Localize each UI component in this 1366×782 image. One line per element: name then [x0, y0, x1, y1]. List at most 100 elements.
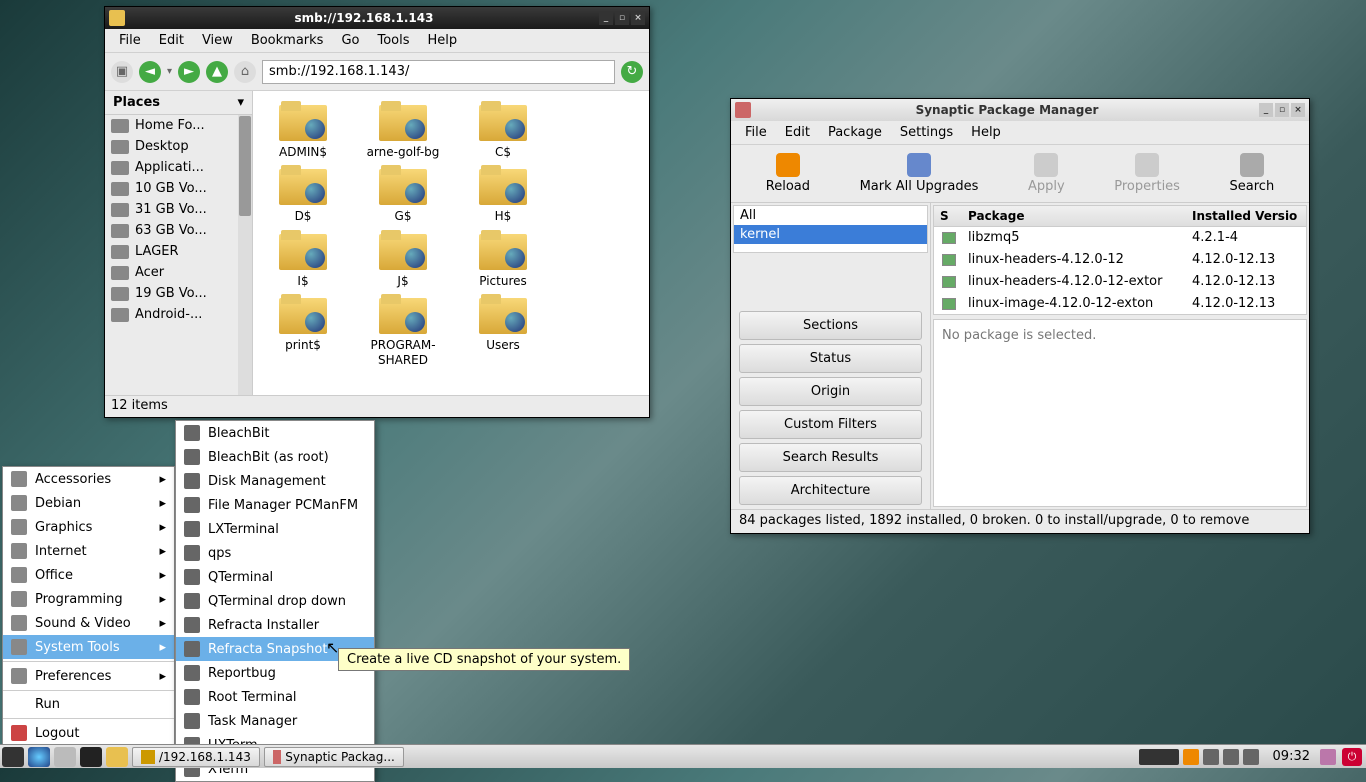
- menu-category[interactable]: Debian▸: [3, 491, 174, 515]
- col-version[interactable]: Installed Versio: [1186, 206, 1306, 226]
- power-button[interactable]: ⏻: [1342, 748, 1362, 766]
- menu-logout[interactable]: Logout: [3, 721, 174, 745]
- network2-icon[interactable]: [1223, 749, 1239, 765]
- mark-upgrades-button[interactable]: Mark All Upgrades: [860, 153, 979, 194]
- minimize-button[interactable]: _: [599, 11, 613, 25]
- submenu-item[interactable]: BleachBit (as root): [176, 445, 374, 469]
- lock-icon[interactable]: [1320, 749, 1336, 765]
- address-bar[interactable]: [262, 60, 615, 84]
- package-row[interactable]: linux-headers-4.12.0-124.12.0-12.13: [934, 249, 1306, 271]
- filter-kernel[interactable]: kernel: [734, 225, 927, 244]
- network-icon[interactable]: [1203, 749, 1219, 765]
- submenu-item[interactable]: qps: [176, 541, 374, 565]
- menu-category[interactable]: Office▸: [3, 563, 174, 587]
- places-header[interactable]: Places ▾: [105, 91, 252, 115]
- launcher-fm-icon[interactable]: [54, 747, 76, 767]
- package-row[interactable]: linux-image-4.12.0-12-exton4.12.0-12.13: [934, 293, 1306, 315]
- menu-package[interactable]: Package: [820, 123, 890, 142]
- sidebar-place[interactable]: 10 GB Vo...: [105, 178, 252, 199]
- package-row[interactable]: linux-headers-4.12.0-12-extor4.12.0-12.1…: [934, 271, 1306, 293]
- menu-category[interactable]: Accessories▸: [3, 467, 174, 491]
- sidebar-place[interactable]: Acer: [105, 262, 252, 283]
- menu-category[interactable]: Graphics▸: [3, 515, 174, 539]
- category-button[interactable]: Origin: [739, 377, 922, 406]
- sidebar-place[interactable]: LAGER: [105, 241, 252, 262]
- properties-button[interactable]: Properties: [1114, 153, 1180, 194]
- menu-tools[interactable]: Tools: [369, 31, 417, 50]
- package-list[interactable]: S Package Installed Versio libzmq54.2.1-…: [933, 205, 1307, 315]
- folder-item[interactable]: print$: [263, 294, 343, 367]
- task-file-manager[interactable]: /192.168.1.143: [132, 747, 260, 767]
- menu-category[interactable]: System Tools▸: [3, 635, 174, 659]
- back-button[interactable]: ◄: [139, 61, 161, 83]
- folder-item[interactable]: ADMIN$: [263, 101, 343, 159]
- start-button[interactable]: [2, 747, 24, 767]
- sidebar-place[interactable]: Home Fo...: [105, 115, 252, 136]
- fm-titlebar[interactable]: smb://192.168.1.143 _ ▫ ×: [105, 7, 649, 29]
- menu-go[interactable]: Go: [333, 31, 367, 50]
- sidebar-place[interactable]: 63 GB Vo...: [105, 220, 252, 241]
- menu-preferences[interactable]: Preferences▸: [3, 664, 174, 688]
- folder-item[interactable]: PROGRAM-SHARED: [363, 294, 443, 367]
- col-status[interactable]: S: [934, 206, 962, 226]
- tray-icon[interactable]: [1139, 749, 1179, 765]
- submenu-item[interactable]: Root Terminal: [176, 685, 374, 709]
- folder-item[interactable]: C$: [463, 101, 543, 159]
- submenu-item[interactable]: File Manager PCManFM: [176, 493, 374, 517]
- maximize-button[interactable]: ▫: [1275, 103, 1289, 117]
- folder-item[interactable]: J$: [363, 230, 443, 288]
- sidebar-scrollbar[interactable]: [238, 115, 252, 395]
- submenu-item[interactable]: Task Manager: [176, 709, 374, 733]
- submenu-item[interactable]: QTerminal drop down: [176, 589, 374, 613]
- menu-category[interactable]: Programming▸: [3, 587, 174, 611]
- submenu-item[interactable]: LXTerminal: [176, 517, 374, 541]
- folder-item[interactable]: G$: [363, 165, 443, 223]
- menu-help[interactable]: Help: [963, 123, 1009, 142]
- forward-button[interactable]: ►: [178, 61, 200, 83]
- sidebar-place[interactable]: Desktop: [105, 136, 252, 157]
- folder-item[interactable]: I$: [263, 230, 343, 288]
- folder-item[interactable]: D$: [263, 165, 343, 223]
- close-button[interactable]: ×: [631, 11, 645, 25]
- new-tab-button[interactable]: ▣: [111, 61, 133, 83]
- category-button[interactable]: Architecture: [739, 476, 922, 505]
- menu-category[interactable]: Internet▸: [3, 539, 174, 563]
- package-row[interactable]: libzmq54.2.1-4: [934, 227, 1306, 249]
- menu-view[interactable]: View: [194, 31, 241, 50]
- category-button[interactable]: Sections: [739, 311, 922, 340]
- submenu-item[interactable]: Refracta Installer: [176, 613, 374, 637]
- syn-titlebar[interactable]: Synaptic Package Manager _ ▫ ×: [731, 99, 1309, 121]
- maximize-button[interactable]: ▫: [615, 11, 629, 25]
- folder-item[interactable]: Users: [463, 294, 543, 367]
- filter-all[interactable]: All: [734, 206, 927, 225]
- fm-folder-view[interactable]: ADMIN$ arne-golf-bg C$ D$ G$ H$ I$ J$ Pictures pr…: [253, 91, 649, 395]
- submenu-item[interactable]: Disk Management: [176, 469, 374, 493]
- folder-item[interactable]: Pictures: [463, 230, 543, 288]
- go-button[interactable]: ↻: [621, 61, 643, 83]
- sidebar-place[interactable]: 19 GB Vo...: [105, 283, 252, 304]
- menu-file[interactable]: File: [111, 31, 149, 50]
- menu-bookmarks[interactable]: Bookmarks: [243, 31, 332, 50]
- category-button[interactable]: Status: [739, 344, 922, 373]
- col-package[interactable]: Package: [962, 206, 1186, 226]
- task-synaptic[interactable]: Synaptic Packag...: [264, 747, 404, 767]
- menu-edit[interactable]: Edit: [777, 123, 818, 142]
- updates-icon[interactable]: [1183, 749, 1199, 765]
- folder-item[interactable]: H$: [463, 165, 543, 223]
- search-button[interactable]: Search: [1230, 153, 1275, 194]
- sidebar-place[interactable]: Applicati...: [105, 157, 252, 178]
- menu-edit[interactable]: Edit: [151, 31, 192, 50]
- folder-item[interactable]: arne-golf-bg: [363, 101, 443, 159]
- menu-file[interactable]: File: [737, 123, 775, 142]
- up-button[interactable]: ▲: [206, 61, 228, 83]
- category-button[interactable]: Search Results: [739, 443, 922, 472]
- category-button[interactable]: Custom Filters: [739, 410, 922, 439]
- menu-help[interactable]: Help: [420, 31, 466, 50]
- close-button[interactable]: ×: [1291, 103, 1305, 117]
- menu-run[interactable]: Run: [3, 693, 174, 716]
- sidebar-place[interactable]: Android-...: [105, 304, 252, 325]
- menu-settings[interactable]: Settings: [892, 123, 961, 142]
- filter-list[interactable]: All kernel: [733, 205, 928, 253]
- minimize-button[interactable]: _: [1259, 103, 1273, 117]
- submenu-item[interactable]: BleachBit: [176, 421, 374, 445]
